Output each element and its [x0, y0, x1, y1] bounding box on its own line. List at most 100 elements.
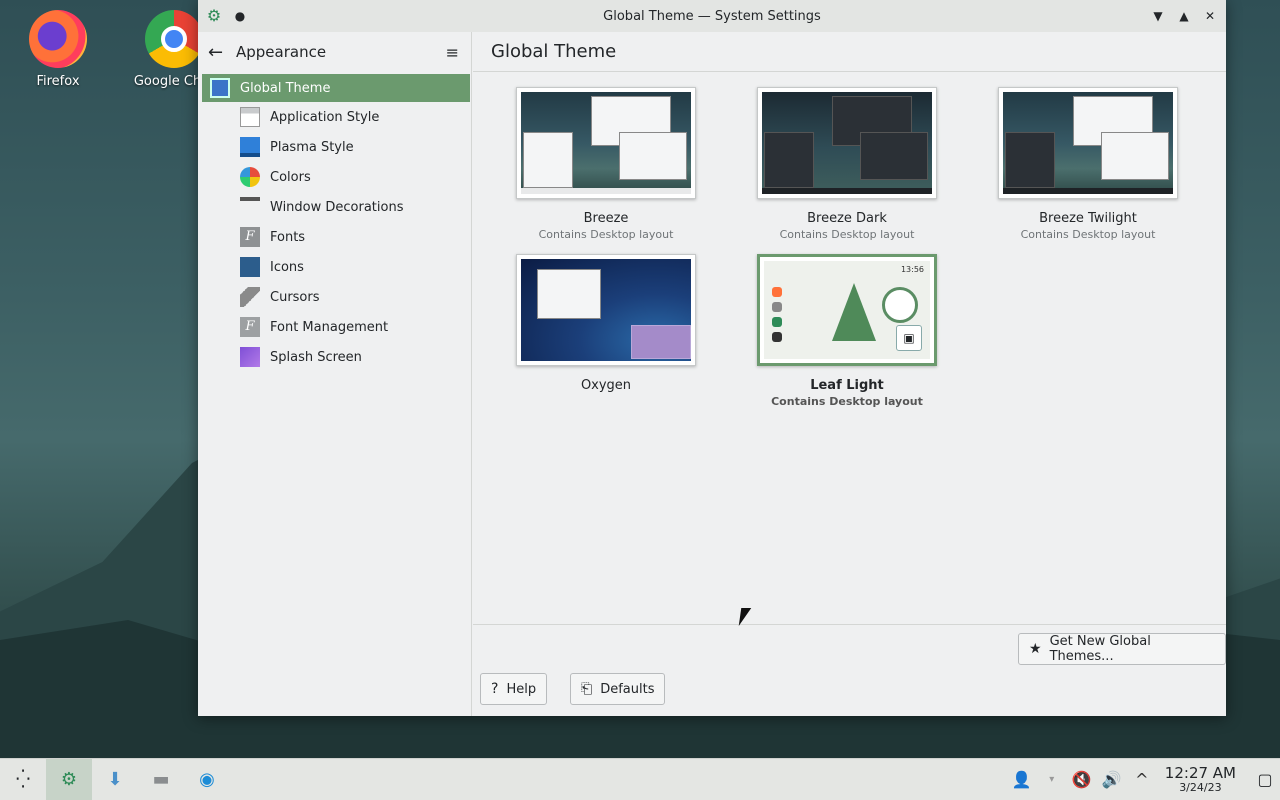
sidebar-item-plasma-style[interactable]: Plasma Style [198, 132, 471, 162]
maximize-button[interactable]: ▲ [1174, 6, 1194, 26]
button-label: Defaults [600, 681, 655, 697]
global-theme-icon [210, 78, 230, 98]
application-launcher-icon[interactable]: ⁛ [0, 759, 46, 800]
button-label: Get New Global Themes... [1049, 634, 1151, 664]
sidebar-item-label: Fonts [270, 229, 306, 245]
theme-card-breeze-twilight[interactable]: Breeze Twilight Contains Desktop layout [968, 87, 1208, 241]
system-tray: 👤 ▾ 🔇 🔊 ^ 12:27 AM 3/24/23 ▢ [1007, 759, 1280, 800]
icons-icon [240, 257, 260, 277]
splash-screen-icon [240, 347, 260, 367]
window-decorations-icon [240, 197, 260, 217]
firefox-icon [29, 10, 87, 68]
clock-icon [882, 287, 918, 323]
cursors-icon [240, 287, 260, 307]
colors-icon [240, 167, 260, 187]
file-manager-icon: ▬ [152, 769, 170, 790]
network-icon[interactable]: ▾ [1037, 774, 1067, 785]
sidebar-item-fonts[interactable]: F Fonts [198, 222, 471, 252]
sidebar-item-font-management[interactable]: F Font Management [198, 312, 471, 342]
theme-subtitle: Contains Desktop layout [538, 228, 674, 241]
theme-card-breeze-dark[interactable]: Breeze Dark Contains Desktop layout [727, 87, 967, 241]
theme-card-oxygen[interactable]: Oxygen [486, 254, 726, 393]
sidebar-category-title: Appearance [236, 43, 327, 61]
audio-muted-icon[interactable]: 🔇 [1067, 770, 1097, 789]
sidebar-item-label: Application Style [270, 109, 380, 125]
volume-icon[interactable]: 🔊 [1097, 770, 1127, 789]
task-file-manager[interactable]: ▬ [138, 759, 184, 800]
arrow-left-icon[interactable]: ← [208, 42, 236, 63]
close-button[interactable]: ✕ [1200, 6, 1220, 26]
desktop-icon-label: Firefox [36, 74, 80, 89]
theme-subtitle: Contains Desktop layout [1020, 228, 1156, 241]
sidebar-item-label: Plasma Style [270, 139, 354, 155]
theme-thumbnail [998, 87, 1178, 199]
button-label: Help [506, 681, 537, 697]
keep-on-all-desktops-icon[interactable]: ● [230, 9, 250, 23]
defaults-button[interactable]: ⎗ Defaults [570, 673, 666, 705]
window-title: Global Theme — System Settings [603, 8, 821, 24]
browser-icon: ◉ [199, 769, 215, 790]
sidebar: ← Appearance ≡ Global Theme Application … [198, 32, 472, 716]
taskbar: ⁛ ⚙ ⬇ ▬ ◉ 👤 ▾ 🔇 🔊 ^ 12:27 AM 3/24/23 ▢ [0, 758, 1280, 800]
clock-time: 12:27 AM [1164, 763, 1236, 782]
application-style-icon [240, 107, 260, 127]
theme-name: Leaf Light [810, 378, 884, 393]
digital-clock[interactable]: 12:27 AM 3/24/23 [1164, 763, 1236, 794]
theme-card-leaf-light[interactable]: 13:56 ▣ Leaf Light Contains Desktop layo [727, 254, 967, 408]
sidebar-item-global-theme[interactable]: Global Theme [202, 74, 470, 102]
sidebar-item-cursors[interactable]: Cursors [198, 282, 471, 312]
page-title: Global Theme [473, 32, 1226, 72]
task-browser[interactable]: ◉ [184, 759, 230, 800]
plasma-style-icon [240, 137, 260, 157]
desktop-icon-firefox[interactable]: Firefox [10, 0, 106, 89]
task-system-settings[interactable]: ⚙ [46, 758, 92, 800]
show-desktop-icon[interactable]: ▢ [1250, 770, 1280, 789]
theme-thumbnail: 13:56 ▣ [757, 254, 937, 366]
sidebar-item-splash-screen[interactable]: Splash Screen [198, 342, 471, 372]
image-icon: ▣ [896, 325, 922, 351]
footer-divider [473, 624, 1226, 625]
sidebar-item-label: Splash Screen [270, 349, 362, 365]
task-discover[interactable]: ⬇ [92, 759, 138, 800]
sidebar-item-label: Font Management [270, 319, 389, 335]
title-bar[interactable]: ⚙ ● Global Theme — System Settings ▼ ▲ ✕ [198, 0, 1226, 32]
minimize-button[interactable]: ▼ [1148, 6, 1168, 26]
sidebar-item-colors[interactable]: Colors [198, 162, 471, 192]
sidebar-item-window-decorations[interactable]: Window Decorations [198, 192, 471, 222]
hamburger-icon[interactable]: ≡ [446, 43, 459, 62]
preview-clock-text: 13:56 [900, 265, 924, 274]
sidebar-header: ← Appearance ≡ [198, 32, 471, 72]
sidebar-item-label: Window Decorations [270, 199, 404, 215]
theme-card-breeze[interactable]: Breeze Contains Desktop layout [486, 87, 726, 241]
chevron-up-icon[interactable]: ^ [1127, 770, 1157, 789]
sidebar-item-icons[interactable]: Icons [198, 252, 471, 282]
theme-name: Breeze Twilight [1039, 211, 1137, 226]
theme-grid: Breeze Contains Desktop layout Breeze Da… [473, 73, 1226, 623]
system-settings-icon[interactable]: ⚙ [204, 6, 224, 26]
theme-name: Breeze [583, 211, 629, 226]
main-content: Global Theme Breeze Contains Desktop lay… [473, 32, 1226, 716]
user-icon[interactable]: 👤 [1007, 770, 1037, 789]
sidebar-item-label: Global Theme [240, 80, 331, 96]
sidebar-item-application-style[interactable]: Application Style [198, 102, 471, 132]
theme-name: Oxygen [580, 378, 632, 393]
theme-thumbnail [516, 87, 696, 199]
clock-date: 3/24/23 [1179, 780, 1222, 794]
system-settings-icon: ⚙ [60, 769, 78, 790]
theme-thumbnail [516, 254, 696, 366]
star-icon: ★ [1029, 641, 1042, 657]
theme-thumbnail [757, 87, 937, 199]
get-new-global-themes-button[interactable]: ★ Get New Global Themes... [1018, 633, 1226, 665]
theme-subtitle: Contains Desktop layout [779, 228, 915, 241]
fonts-icon: F [240, 227, 260, 247]
help-button[interactable]: ? Help [480, 673, 548, 705]
theme-subtitle: Contains Desktop layout [771, 395, 923, 408]
font-management-icon: F [240, 317, 260, 337]
sidebar-item-label: Icons [270, 259, 304, 275]
help-icon: ? [491, 681, 499, 697]
theme-name: Breeze Dark [807, 211, 887, 226]
discover-icon: ⬇ [107, 769, 123, 790]
sidebar-item-label: Colors [270, 169, 311, 185]
chrome-icon [145, 10, 203, 68]
tree-icon [832, 283, 876, 341]
